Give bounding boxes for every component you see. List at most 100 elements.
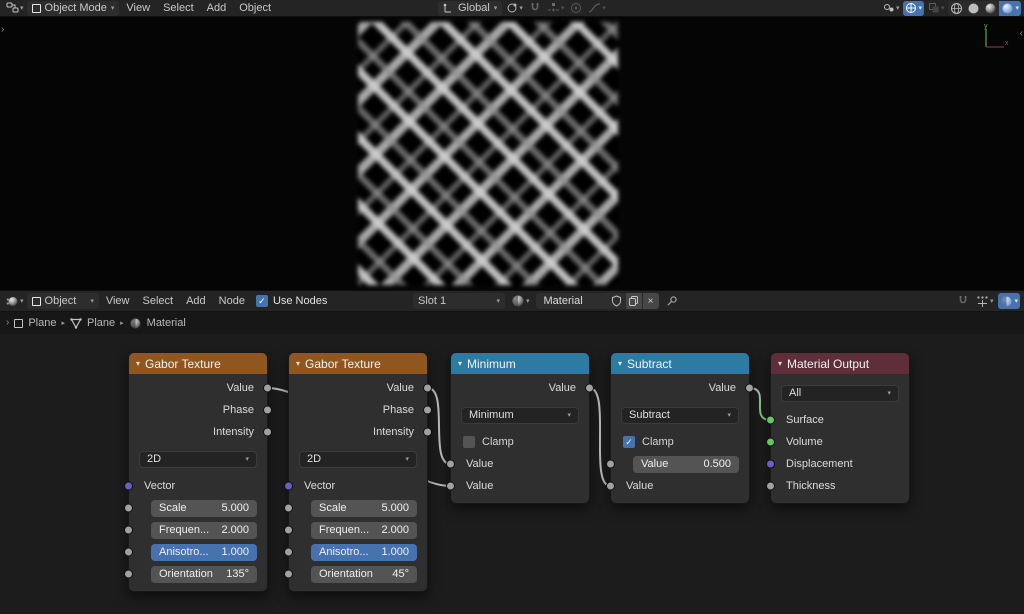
snap-toggle[interactable] (527, 1, 543, 16)
orientation-field[interactable]: Orientation45° (311, 566, 417, 583)
viewport-3d[interactable]: › ‹ y x (0, 17, 1024, 290)
snap-toggle[interactable] (955, 294, 971, 309)
mode-selector[interactable]: Object Mode ▾ (27, 1, 120, 16)
overlays-dropdown[interactable]: ▾ (903, 1, 924, 16)
socket-anisotro[interactable] (284, 548, 293, 557)
node-gabor-texture-2-header[interactable]: ▾Gabor Texture (289, 353, 427, 374)
node-editor-canvas[interactable]: ▾Gabor TextureValuePhaseIntensity2D▾Vect… (0, 334, 1024, 614)
breadcrumb-toggle-arrow[interactable]: › (6, 318, 9, 328)
toolbar-toggle-arrow[interactable]: › (1, 25, 4, 35)
socket-phase[interactable] (423, 406, 432, 415)
menu-view[interactable]: View (100, 295, 136, 307)
shading-rendered-button[interactable]: ▾ (999, 1, 1021, 16)
anisotro-field[interactable]: Anisotro...1.000 (151, 544, 257, 561)
shader-type-selector[interactable]: Object ▾ (27, 293, 99, 309)
socket-value[interactable] (446, 482, 455, 491)
node-gabor-texture-1[interactable]: ▾Gabor TextureValuePhaseIntensity2D▾Vect… (128, 352, 268, 592)
value-field[interactable]: Value0.500 (633, 456, 739, 473)
node-gabor-texture-2[interactable]: ▾Gabor TextureValuePhaseIntensity2D▾Vect… (288, 352, 428, 592)
node-gabor-texture-1-header[interactable]: ▾Gabor Texture (129, 353, 267, 374)
socket-value[interactable] (423, 384, 432, 393)
collapse-chevron-icon[interactable]: ▾ (458, 360, 462, 368)
collapse-chevron-icon[interactable]: ▾ (618, 360, 622, 368)
socket-value[interactable] (745, 384, 754, 393)
menu-node[interactable]: Node (213, 295, 251, 307)
unlink-material-button[interactable]: × (642, 293, 659, 309)
breadcrumb-object[interactable]: Plane (28, 317, 56, 329)
material-slot-dropdown[interactable]: Slot 1 ▾ (413, 293, 505, 309)
node-subtract-header[interactable]: ▾Subtract (611, 353, 749, 374)
collapse-chevron-icon[interactable]: ▾ (136, 360, 140, 368)
2d-dropdown[interactable]: 2D▾ (139, 451, 257, 468)
shading-solid-button[interactable] (965, 1, 982, 16)
xray-toggle[interactable]: ▾ (926, 1, 947, 16)
socket-thickness[interactable] (766, 482, 775, 491)
show-gizmo-dropdown[interactable]: ▾ (881, 1, 902, 16)
socket-displacement[interactable] (766, 460, 775, 469)
breadcrumb-mesh[interactable]: Plane (87, 317, 115, 329)
material-name-field[interactable]: Material (536, 295, 608, 307)
all-dropdown[interactable]: All▾ (781, 385, 899, 402)
shading-material-button[interactable] (982, 1, 999, 16)
snap-target-dropdown[interactable]: ▾ (974, 294, 996, 309)
socket-value[interactable] (263, 384, 272, 393)
socket-value[interactable] (446, 460, 455, 469)
subtract-dropdown[interactable]: Subtract▾ (621, 407, 739, 424)
socket-anisotro[interactable] (124, 548, 133, 557)
axis-gizmo[interactable]: y x (978, 23, 1012, 57)
collapse-chevron-icon[interactable]: ▾ (778, 360, 782, 368)
socket-vector[interactable] (284, 482, 293, 491)
scale-field[interactable]: Scale5.000 (151, 500, 257, 517)
socket-scale[interactable] (124, 504, 133, 513)
menu-view[interactable]: View (120, 2, 156, 14)
node-material-output-header[interactable]: ▾Material Output (771, 353, 909, 374)
snap-pivot-button[interactable]: ▾ (504, 1, 525, 16)
shading-wireframe-button[interactable] (948, 1, 965, 16)
material-browse-button[interactable]: ▾ (509, 294, 532, 309)
socket-orientation[interactable] (284, 570, 293, 579)
snap-target-dropdown[interactable]: ▾ (545, 1, 567, 16)
socket-volume[interactable] (766, 438, 775, 447)
proportional-editing-toggle[interactable] (568, 1, 584, 16)
preview-shading-dropdown[interactable]: ▾ (998, 293, 1020, 309)
socket-scale[interactable] (284, 504, 293, 513)
socket-value[interactable] (606, 460, 615, 469)
menu-add[interactable]: Add (201, 2, 233, 14)
node-subtract[interactable]: ▾SubtractValueSubtract▾✓ClampValue0.500V… (610, 352, 750, 504)
checkbox-unchecked-icon[interactable] (463, 436, 475, 448)
frequen-field[interactable]: Frequen...2.000 (151, 522, 257, 539)
sidebar-toggle-arrow[interactable]: ‹ (1020, 29, 1023, 39)
socket-surface[interactable] (766, 416, 775, 425)
node-minimum-header[interactable]: ▾Minimum (451, 353, 589, 374)
2d-dropdown[interactable]: 2D▾ (299, 451, 417, 468)
socket-orientation[interactable] (124, 570, 133, 579)
socket-value[interactable] (585, 384, 594, 393)
menu-add[interactable]: Add (180, 295, 212, 307)
editor-type-button[interactable]: ▾ (4, 294, 26, 309)
socket-frequen[interactable] (124, 526, 133, 535)
collapse-chevron-icon[interactable]: ▾ (296, 360, 300, 368)
proportional-falloff-dropdown[interactable]: ▾ (586, 1, 608, 16)
use-nodes-toggle[interactable]: ✓ Use Nodes (256, 295, 327, 307)
minimum-dropdown[interactable]: Minimum▾ (461, 407, 579, 424)
checkbox-checked-icon[interactable]: ✓ (623, 436, 635, 448)
anisotro-field[interactable]: Anisotro...1.000 (311, 544, 417, 561)
transform-orientation-dropdown[interactable]: Global ▾ (438, 1, 502, 16)
editor-type-button[interactable]: ▾ (4, 1, 26, 16)
socket-value[interactable] (606, 482, 615, 491)
socket-intensity[interactable] (263, 428, 272, 437)
socket-phase[interactable] (263, 406, 272, 415)
frequen-field[interactable]: Frequen...2.000 (311, 522, 417, 539)
node-minimum[interactable]: ▾MinimumValueMinimum▾ClampValueValue (450, 352, 590, 504)
menu-object[interactable]: Object (233, 2, 277, 14)
new-material-button[interactable] (625, 293, 642, 309)
socket-intensity[interactable] (423, 428, 432, 437)
socket-frequen[interactable] (284, 526, 293, 535)
breadcrumb-material[interactable]: Material (147, 317, 186, 329)
node-material-output[interactable]: ▾Material OutputAll▾SurfaceVolumeDisplac… (770, 352, 910, 504)
fake-user-button[interactable] (608, 293, 625, 309)
socket-vector[interactable] (124, 482, 133, 491)
menu-select[interactable]: Select (157, 2, 200, 14)
orientation-field[interactable]: Orientation135° (151, 566, 257, 583)
scale-field[interactable]: Scale5.000 (311, 500, 417, 517)
